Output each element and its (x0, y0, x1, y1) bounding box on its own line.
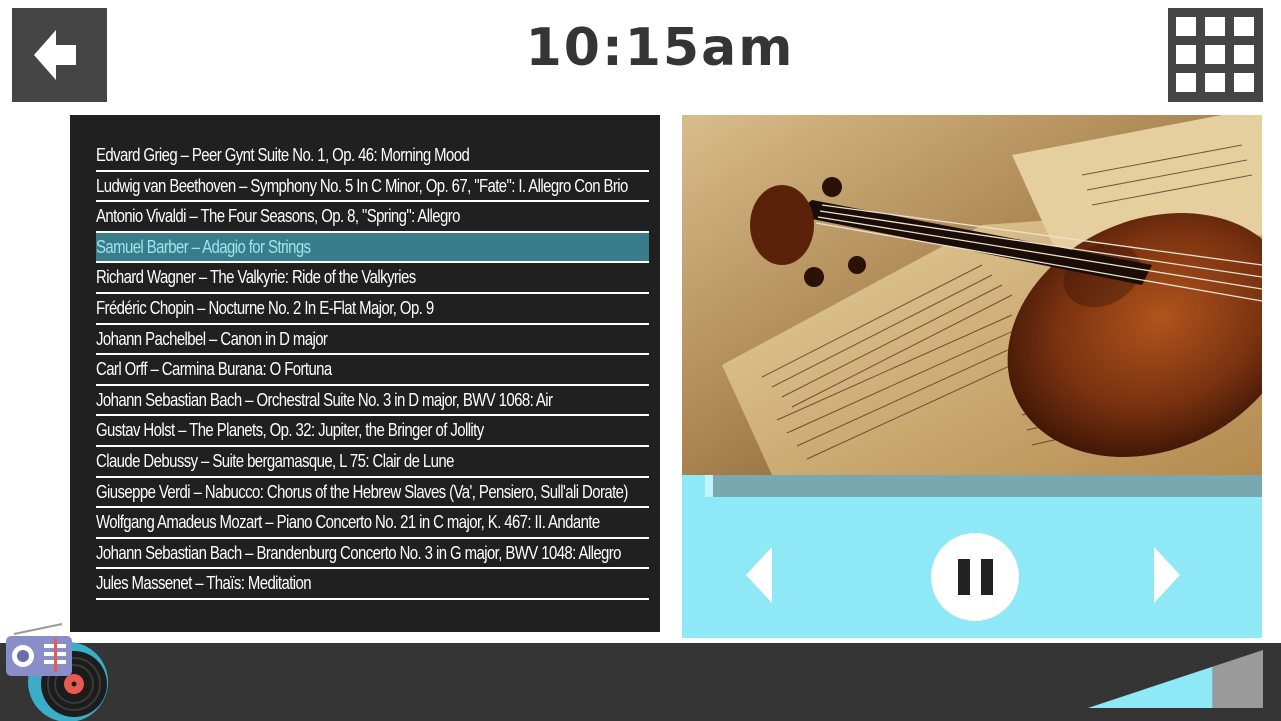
back-arrow-icon (34, 30, 76, 80)
track-title: Carl Orff – Carmina Burana: O Fortuna (96, 359, 332, 380)
track-title: Richard Wagner – The Valkyrie: Ride of t… (96, 267, 416, 288)
playlist-track[interactable]: Edvard Grieg – Peer Gynt Suite No. 1, Op… (96, 141, 649, 172)
playlist-track[interactable]: Carl Orff – Carmina Burana: O Fortuna (96, 355, 649, 386)
track-title: Wolfgang Amadeus Mozart – Piano Concerto… (96, 512, 600, 533)
album-artwork (682, 115, 1262, 475)
track-title: Johann Sebastian Bach – Brandenburg Conc… (96, 542, 621, 563)
progress-bar[interactable] (682, 475, 1262, 497)
violin-and-sheet-music-image (682, 115, 1262, 475)
next-icon (1154, 547, 1180, 603)
next-button[interactable] (1150, 545, 1182, 605)
playlist-track[interactable]: Gustav Holst – The Planets, Op. 32: Jupi… (96, 416, 649, 447)
playlist-track[interactable]: Johann Sebastian Bach – Brandenburg Conc… (96, 539, 649, 570)
playback-controls (682, 497, 1262, 638)
back-button[interactable] (12, 8, 107, 102)
previous-button[interactable] (744, 545, 776, 605)
playlist-track[interactable]: Richard Wagner – The Valkyrie: Ride of t… (96, 263, 649, 294)
pause-icon (958, 559, 993, 595)
track-list: Edvard Grieg – Peer Gynt Suite No. 1, Op… (96, 141, 650, 600)
playlist-track[interactable]: Johann Pachelbel – Canon in D major (96, 325, 649, 356)
volume-level-icon (1088, 650, 1263, 708)
playlist-track[interactable]: Frédéric Chopin – Nocturne No. 2 In E-Fl… (96, 294, 649, 325)
radio-vinyl-logo (6, 623, 108, 721)
volume-control[interactable] (1088, 650, 1263, 710)
playlist-track[interactable]: Claude Debussy – Suite bergamasque, L 75… (96, 447, 649, 478)
playlist-track[interactable]: Samuel Barber – Adagio for Strings (96, 232, 649, 264)
track-title: Samuel Barber – Adagio for Strings (96, 236, 311, 257)
app-logo (4, 620, 112, 721)
playlist-track[interactable]: Wolfgang Amadeus Mozart – Piano Concerto… (96, 508, 649, 539)
track-title: Claude Debussy – Suite bergamasque, L 75… (96, 450, 454, 471)
playlist-track[interactable]: Ludwig van Beethoven – Symphony No. 5 In… (96, 172, 649, 203)
pause-button[interactable] (931, 533, 1019, 621)
track-title: Jules Massenet – Thaïs: Meditation (96, 573, 312, 594)
playlist-track[interactable]: Giuseppe Verdi – Nabucco: Chorus of the … (96, 478, 649, 509)
track-title: Johann Pachelbel – Canon in D major (96, 328, 328, 349)
track-title: Edvard Grieg – Peer Gynt Suite No. 1, Op… (96, 145, 470, 165)
track-title: Frédéric Chopin – Nocturne No. 2 In E-Fl… (96, 297, 434, 318)
grid-menu-icon (1176, 17, 1254, 92)
track-title: Antonio Vivaldi – The Four Seasons, Op. … (96, 206, 460, 227)
previous-icon (746, 547, 772, 603)
volume-fill (1088, 666, 1213, 708)
track-title: Gustav Holst – The Planets, Op. 32: Jupi… (96, 420, 484, 441)
clock-time: 10:15am (525, 18, 795, 78)
track-title: Johann Sebastian Bach – Orchestral Suite… (96, 389, 553, 410)
playlist-track[interactable]: Johann Sebastian Bach – Orchestral Suite… (96, 386, 649, 417)
playlist-track[interactable]: Jules Massenet – Thaïs: Meditation (96, 569, 649, 600)
track-title: Giuseppe Verdi – Nabucco: Chorus of the … (96, 481, 628, 502)
apps-menu-button[interactable] (1168, 8, 1263, 102)
playlist-panel: Edvard Grieg – Peer Gynt Suite No. 1, Op… (70, 115, 660, 632)
track-title: Ludwig van Beethoven – Symphony No. 5 In… (96, 175, 628, 196)
playlist-track[interactable]: Antonio Vivaldi – The Four Seasons, Op. … (96, 202, 649, 233)
progress-handle[interactable] (705, 475, 713, 497)
